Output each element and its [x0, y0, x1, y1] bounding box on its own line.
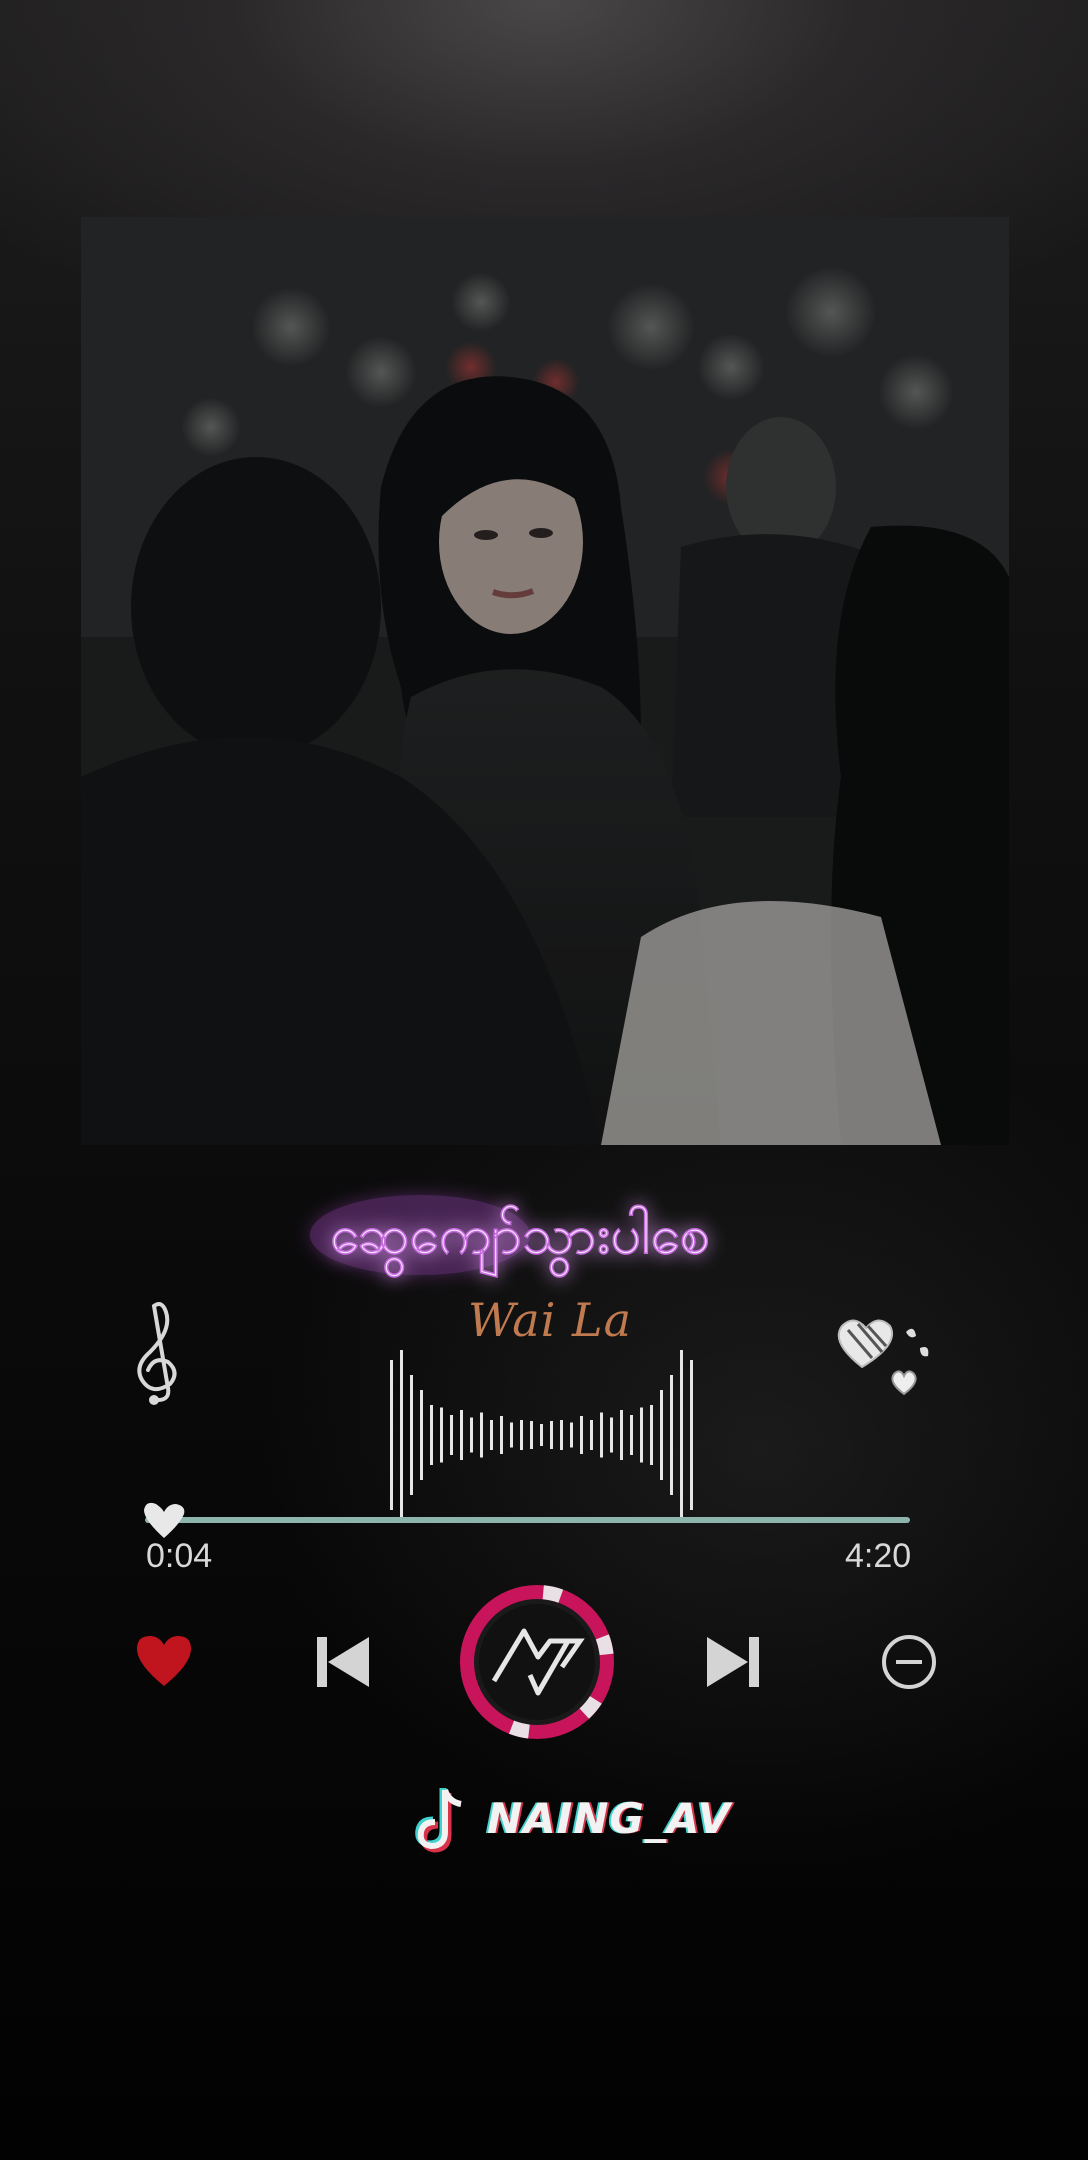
visualizer-bar	[470, 1417, 473, 1453]
next-button[interactable]	[704, 1633, 762, 1691]
visualizer-bar	[540, 1424, 543, 1446]
progress-track[interactable]	[145, 1517, 910, 1523]
visualizer-bar	[620, 1410, 623, 1460]
brand-handle: NAING_AV	[487, 1794, 732, 1843]
progress-bar[interactable]	[144, 1500, 910, 1540]
visualizer-bar	[640, 1407, 643, 1463]
remove-button[interactable]	[880, 1633, 938, 1691]
visualizer-bar	[610, 1417, 613, 1453]
progress-thumb-heart-icon[interactable]	[140, 1500, 188, 1540]
visualizer-bar	[660, 1390, 663, 1480]
play-pause-button[interactable]	[458, 1583, 616, 1741]
hearts-doodle-icon	[832, 1312, 942, 1402]
visualizer-bar	[510, 1422, 513, 1448]
visualizer-bar	[400, 1350, 403, 1520]
album-cover-image	[81, 217, 1009, 1145]
heart-icon	[137, 1636, 191, 1686]
visualizer-bar	[430, 1405, 433, 1465]
tiktok-icon	[415, 1788, 462, 1853]
previous-button[interactable]	[314, 1633, 372, 1691]
visualizer-bar	[570, 1422, 573, 1448]
visualizer-bar	[590, 1420, 593, 1450]
song-title-text: ဆွေကျော်သွားပါစေ	[330, 1203, 710, 1277]
song-title: ဆွေကျော်သွားပါစေ	[310, 1185, 750, 1285]
visualizer-bar	[630, 1415, 633, 1455]
visualizer-bar	[680, 1350, 683, 1520]
audio-visualizer	[380, 1330, 700, 1520]
visualizer-bar	[490, 1420, 493, 1450]
visualizer-bar	[600, 1412, 603, 1458]
visualizer-bar	[560, 1420, 563, 1450]
visualizer-bar	[580, 1416, 583, 1454]
visualizer-bar	[440, 1407, 443, 1463]
visualizer-bar	[520, 1420, 523, 1450]
skip-next-icon	[707, 1637, 759, 1687]
brand-watermark: NAING_AV	[415, 1780, 730, 1858]
visualizer-bar	[530, 1421, 533, 1449]
visualizer-bar	[500, 1416, 503, 1454]
visualizer-bar	[550, 1421, 553, 1449]
minus-circle-icon	[882, 1635, 936, 1689]
like-button[interactable]	[133, 1632, 195, 1690]
visualizer-bar	[670, 1375, 673, 1495]
visualizer-bar	[420, 1390, 423, 1480]
current-time: 0:04	[146, 1537, 213, 1575]
visualizer-bar	[690, 1360, 693, 1510]
treble-clef-icon	[128, 1300, 188, 1410]
play-logo-icon	[460, 1585, 614, 1739]
visualizer-bar	[460, 1410, 463, 1460]
visualizer-bar	[650, 1405, 653, 1465]
visualizer-bar	[410, 1375, 413, 1495]
visualizer-bar	[390, 1360, 393, 1510]
total-time: 4:20	[845, 1537, 912, 1575]
skip-previous-icon	[317, 1637, 369, 1687]
visualizer-bar	[480, 1412, 483, 1458]
visualizer-bar	[450, 1415, 453, 1455]
